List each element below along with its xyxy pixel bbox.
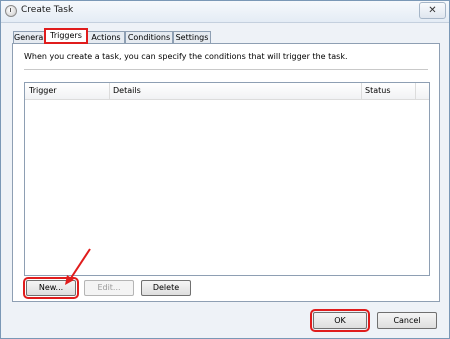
clock-icon (5, 5, 17, 17)
annotation-arrow-icon (65, 248, 91, 285)
cancel-button[interactable]: Cancel (377, 312, 437, 329)
tab-settings[interactable]: Settings (173, 31, 211, 43)
triggers-list-header: Trigger Details Status (25, 83, 429, 100)
column-separator[interactable] (415, 83, 416, 99)
tab-triggers[interactable]: Triggers (44, 28, 88, 44)
column-header-trigger[interactable]: Trigger (29, 86, 57, 95)
close-icon: ✕ (428, 5, 437, 16)
window-title: Create Task (21, 5, 74, 15)
tab-conditions[interactable]: Conditions (125, 31, 173, 43)
title-bar[interactable]: Create Task ✕ (1, 1, 449, 23)
divider (24, 69, 428, 70)
ok-button[interactable]: OK (310, 309, 370, 332)
column-header-details[interactable]: Details (113, 86, 141, 95)
tab-actions[interactable]: Actions (87, 31, 125, 43)
tab-general[interactable]: General (13, 31, 46, 43)
delete-trigger-button[interactable]: Delete (141, 280, 191, 296)
close-button[interactable]: ✕ (419, 2, 446, 19)
create-task-window: Create Task ✕ General Triggers Actions C… (0, 0, 450, 339)
triggers-intro-text: When you create a task, you can specify … (24, 52, 348, 61)
column-separator[interactable] (109, 83, 110, 99)
column-separator[interactable] (361, 83, 362, 99)
column-header-status[interactable]: Status (365, 86, 391, 95)
